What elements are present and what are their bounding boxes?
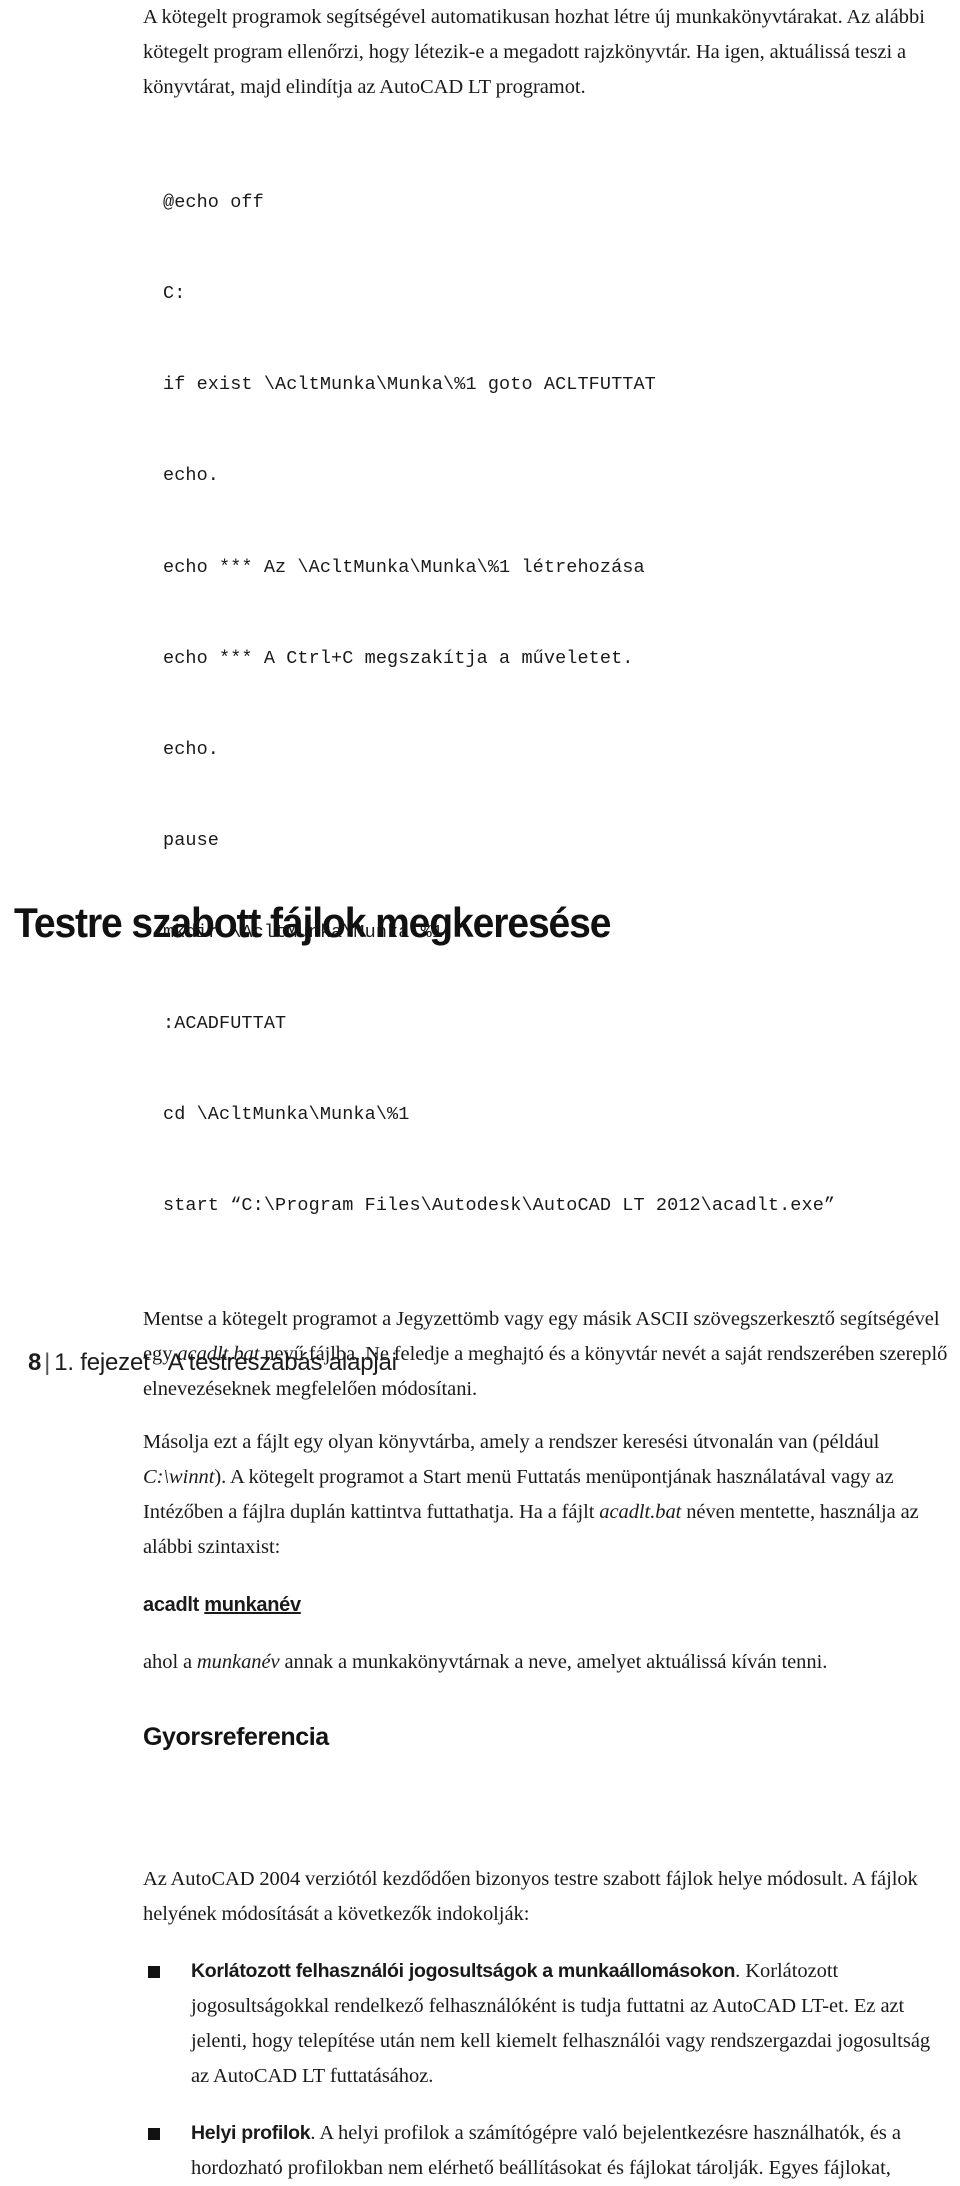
code-line: @echo off — [163, 191, 264, 213]
code-line: echo *** Az \AcltMunka\Munka\%1 létrehoz… — [163, 556, 645, 578]
filename-acadlt-bat-2: acadlt.bat — [599, 1501, 682, 1524]
footer-chapter-title: A testreszabás alapjai — [167, 1349, 397, 1376]
text-run: annak a munkakönyvtárnak a neve, amelyet… — [279, 1651, 828, 1674]
list-item: Korlátozott felhasználói jogosultságok a… — [143, 1954, 953, 2094]
code-line: start “C:\Program Files\Autodesk\AutoCAD… — [163, 1195, 836, 1217]
code-line: cd \AcltMunka\Munka\%1 — [163, 1104, 410, 1125]
paragraph-argument-explanation: ahol a munkanév annak a munkakönyvtárnak… — [143, 1645, 953, 1680]
footer-page-number: 8 — [28, 1349, 42, 1376]
footer-separator: | — [44, 1349, 51, 1376]
paragraph-section-intro: Az AutoCAD 2004 verziótól kezdődően bizo… — [143, 1868, 918, 1926]
code-line: echo. — [163, 739, 220, 761]
intro-paragraph: A kötegelt programok segítségével automa… — [143, 6, 925, 98]
page-title: Testre szabott fájlok megkeresése — [14, 899, 611, 946]
footer-chapter: 1. fejezet — [54, 1349, 150, 1376]
document-page: A kötegelt programok segítségével automa… — [0, 0, 960, 2179]
post-code-paragraphs: Mentse a kötegelt programot a Jegyzettöm… — [143, 1302, 953, 1565]
batch-program-code-block: @echo off C: if exist \AcltMunka\Munka\%… — [163, 127, 953, 1282]
code-line: if exist \AcltMunka\Munka\%1 goto ACLTFU… — [163, 374, 656, 396]
reasons-list: Korlátozott felhasználói jogosultságok a… — [143, 1954, 953, 2186]
code-line: echo *** A Ctrl+C megszakítja a művelete… — [163, 647, 634, 669]
code-line: echo. — [163, 465, 220, 487]
code-line: pause — [163, 830, 220, 852]
code-line: C: — [163, 283, 186, 305]
footer-spacer — [150, 1349, 168, 1376]
syntax-command: acadlt — [143, 1594, 205, 1617]
text-column: A kötegelt programok segítségével automa… — [143, 0, 953, 2186]
square-bullet-icon — [148, 2128, 160, 2141]
list-item-lead: Helyi profilok — [191, 2122, 311, 2145]
syntax-argument: munkanév — [204, 1594, 301, 1617]
term-munkanev: munkanév — [196, 1651, 280, 1674]
quick-reference-heading: Gyorsreferencia — [143, 1723, 329, 1752]
page-footer: 8 | 1. fejezet A testreszabás alapjai — [28, 1348, 397, 1378]
paragraph-copy-instructions: Másolja ezt a fájlt egy olyan könyvtárba… — [143, 1425, 953, 1565]
text-run: Másolja ezt a fájlt egy olyan könyvtárba… — [143, 1431, 880, 1454]
code-line: :ACADFUTTAT — [163, 1012, 287, 1034]
path-c-winnt: C:\winnt — [143, 1466, 215, 1489]
list-item: Helyi profilok. A helyi profilok a számí… — [143, 2116, 953, 2186]
syntax-line: acadlt munkanév — [143, 1591, 953, 1619]
list-item-lead: Korlátozott felhasználói jogosultságok a… — [191, 1960, 736, 1983]
square-bullet-icon — [148, 1966, 160, 1979]
text-run: ahol a — [143, 1651, 197, 1674]
